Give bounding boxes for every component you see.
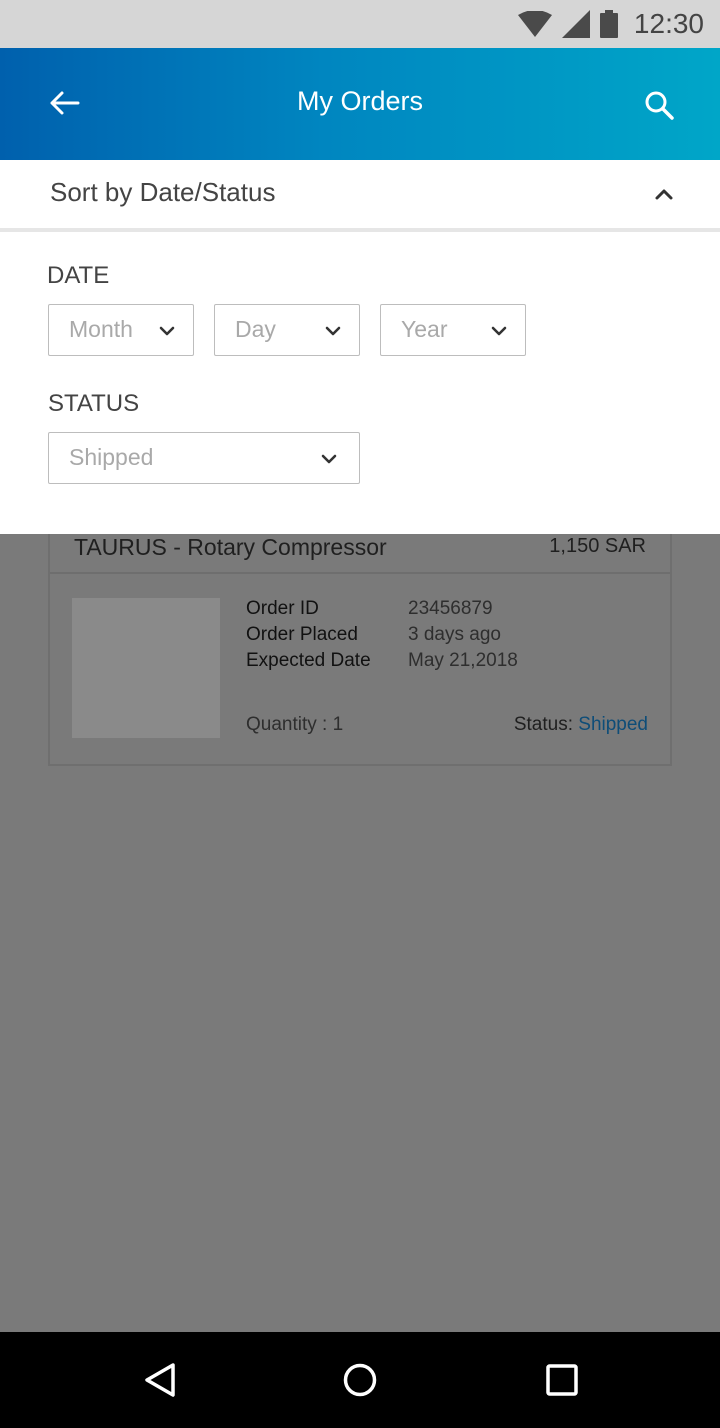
wifi-icon xyxy=(517,11,552,37)
status-select-value: Shipped xyxy=(69,444,154,470)
order-title: TAURUS - Rotary Compressor xyxy=(74,534,387,560)
order-placed-value: 3 days ago xyxy=(408,624,501,645)
app-bar: My Orders xyxy=(0,48,720,160)
day-select[interactable]: Day xyxy=(214,304,360,356)
order-status-label: Status: xyxy=(513,714,579,735)
collapse-button[interactable] xyxy=(650,182,678,206)
chevron-down-icon xyxy=(491,326,507,336)
order-status: Status: Shipped xyxy=(514,714,648,736)
expected-date-label: Expected Date xyxy=(246,650,371,671)
status-select[interactable]: Shipped xyxy=(48,432,360,484)
system-nav-bar xyxy=(0,1332,720,1428)
recents-square-icon xyxy=(546,1364,578,1396)
year-select-value: Year xyxy=(401,316,448,342)
search-button[interactable] xyxy=(640,86,680,126)
search-icon xyxy=(645,91,674,120)
chevron-down-icon xyxy=(325,326,341,336)
date-label: DATE xyxy=(47,262,110,289)
month-select[interactable]: Month xyxy=(48,304,194,356)
nav-back-button[interactable] xyxy=(140,1360,180,1400)
sort-title: Sort by Date/Status xyxy=(50,177,276,207)
back-triangle-icon xyxy=(145,1363,175,1397)
nav-home-button[interactable] xyxy=(340,1360,380,1400)
card-divider xyxy=(50,572,670,574)
quantity: Quantity : 1 xyxy=(246,714,344,735)
year-select[interactable]: Year xyxy=(380,304,526,356)
sort-header[interactable]: Sort by Date/Status xyxy=(0,160,720,228)
chevron-down-icon xyxy=(159,326,175,336)
order-placed-label: Order Placed xyxy=(246,624,358,645)
filter-panel: DATE Month Day Year STATUS Shipped xyxy=(0,232,720,534)
clock: 12:30 xyxy=(633,8,704,39)
page-title: My Orders xyxy=(296,86,423,116)
order-card: TAURUS - Rotary Compressor 1,150 SAR Ord… xyxy=(48,534,672,766)
chevron-down-icon xyxy=(321,454,337,464)
signal-icon xyxy=(561,10,590,38)
month-select-value: Month xyxy=(69,316,133,342)
chevron-up-icon xyxy=(655,189,673,200)
order-status-value: Shipped xyxy=(578,714,648,735)
order-id-label: Order ID xyxy=(246,598,319,619)
day-select-value: Day xyxy=(235,316,276,342)
nav-recents-button[interactable] xyxy=(542,1360,582,1400)
home-circle-icon xyxy=(343,1363,377,1397)
system-status-bar: 12:30 xyxy=(0,0,720,48)
status-icons: 12:30 xyxy=(517,8,704,40)
order-id-value: 23456879 xyxy=(408,598,493,619)
battery-icon xyxy=(599,10,618,38)
order-price: 1,150 SAR xyxy=(549,535,646,557)
product-thumbnail xyxy=(72,598,220,738)
status-label: STATUS xyxy=(48,390,140,417)
expected-date-value: May 21,2018 xyxy=(408,650,518,671)
